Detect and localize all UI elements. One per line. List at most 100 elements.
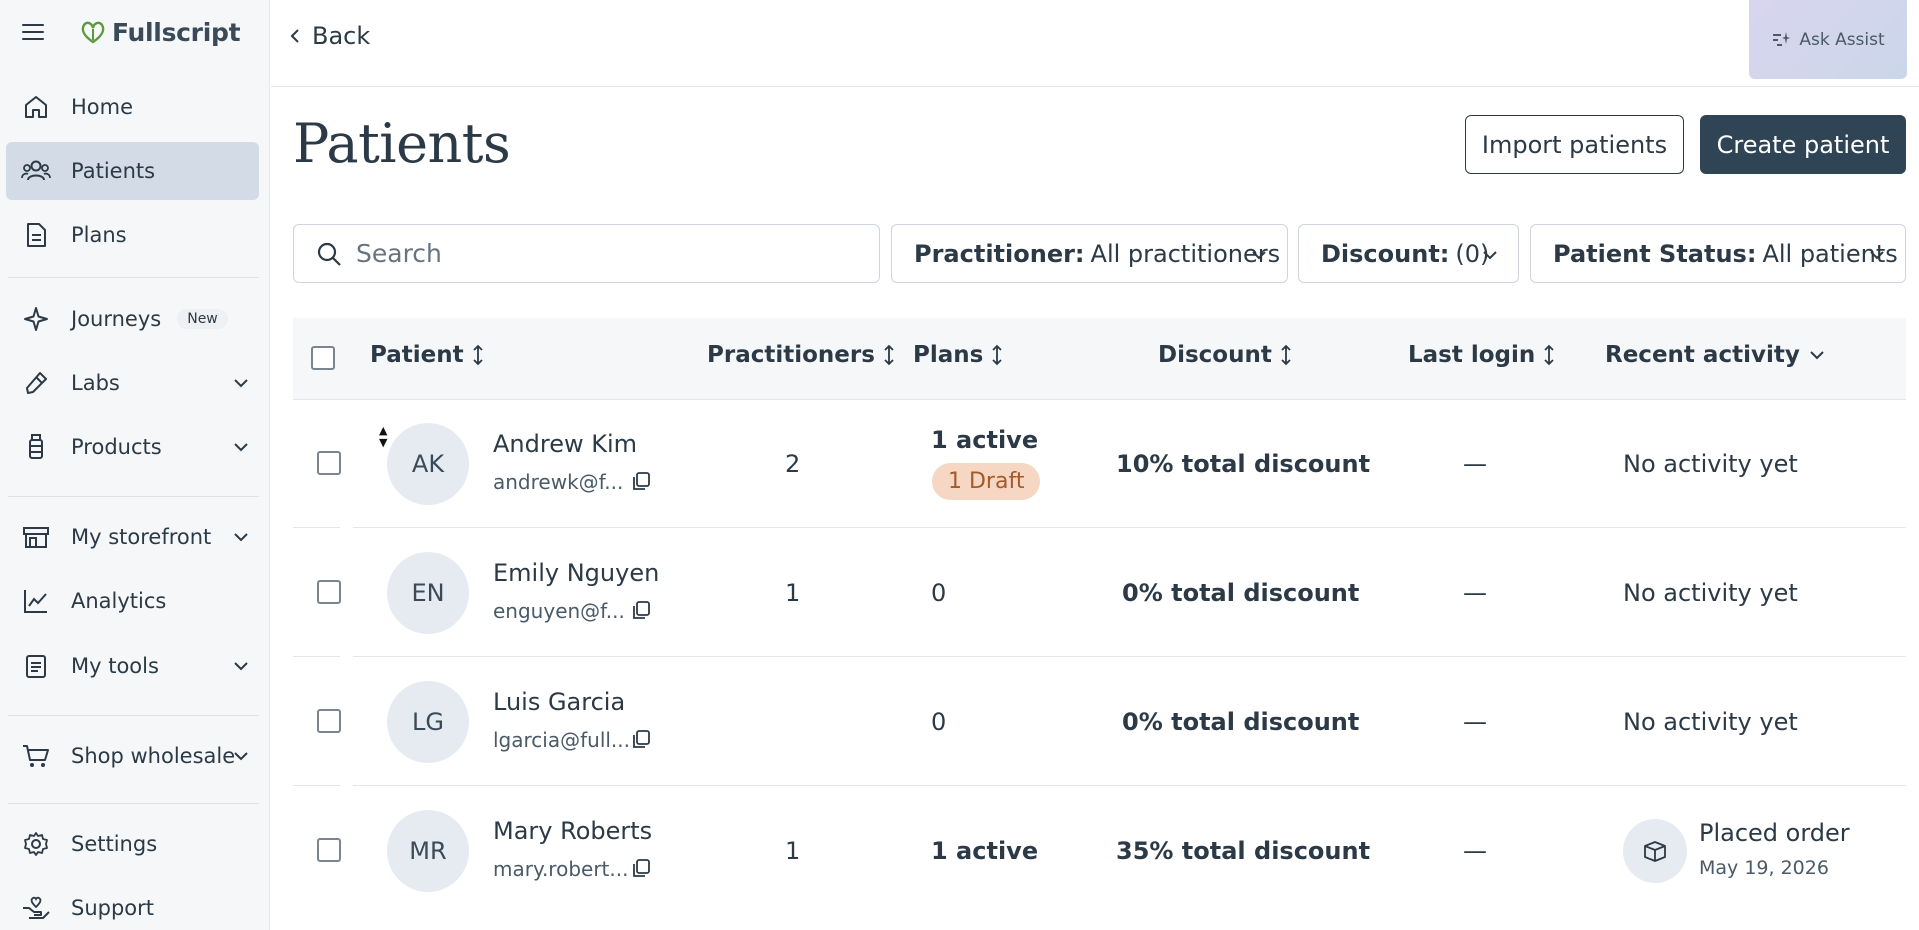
- sidebar-item-home[interactable]: Home: [6, 78, 259, 136]
- storefront-icon: [21, 522, 51, 552]
- gear-icon: [21, 829, 51, 859]
- discount-value: 35% total discount: [1116, 837, 1371, 865]
- table-row[interactable]: ▲ ▼ AK Andrew Kim andrewk@f... 2 1 active…: [293, 400, 1906, 528]
- sidebar-item-shop-wholesale[interactable]: Shop wholesale: [6, 727, 259, 785]
- sidebar-item-products[interactable]: Products: [6, 418, 259, 476]
- sidebar-item-my-storefront[interactable]: My storefront: [6, 508, 259, 566]
- create-patient-button[interactable]: Create patient: [1700, 115, 1906, 174]
- column-header-recent-activity[interactable]: Recent activity: [1605, 342, 1826, 368]
- row-checkbox[interactable]: [317, 838, 341, 862]
- column-header-label: Recent activity: [1605, 342, 1800, 368]
- row-checkbox[interactable]: [317, 580, 341, 604]
- column-header-practitioners[interactable]: Practitioners: [707, 342, 895, 368]
- sidebar-item-my-tools[interactable]: My tools: [6, 637, 259, 695]
- search-box[interactable]: [293, 224, 880, 283]
- search-icon: [317, 242, 341, 266]
- patient-name[interactable]: Andrew Kim: [493, 430, 637, 458]
- plans-status: 1 active: [931, 837, 1039, 865]
- sidebar-item-support[interactable]: Support: [6, 879, 259, 930]
- import-patients-button[interactable]: Import patients: [1465, 115, 1684, 174]
- select-all-checkbox[interactable]: [311, 346, 335, 370]
- sidebar-header: Fullscript: [0, 0, 269, 64]
- document-icon: [21, 220, 51, 250]
- chevron-down-icon[interactable]: [231, 746, 251, 766]
- sidebar-item-settings[interactable]: Settings: [6, 815, 259, 873]
- column-header-label: Last login: [1408, 342, 1536, 368]
- support-hands-icon: [21, 893, 51, 923]
- sidebar-item-labs[interactable]: Labs: [6, 354, 259, 412]
- assist-sparkle-icon: [1773, 31, 1791, 46]
- sidebar-item-label: Shop wholesale: [71, 744, 236, 768]
- practitioner-filter[interactable]: Practitioner: All practitioners: [891, 224, 1288, 283]
- bottle-icon: [21, 432, 51, 462]
- line-chart-icon: [21, 586, 51, 616]
- table-row[interactable]: EN Emily Nguyen enguyen@f... 1 0 0% tota…: [293, 529, 1906, 657]
- copy-icon[interactable]: [630, 857, 652, 879]
- hamburger-menu-icon[interactable]: [22, 18, 50, 46]
- column-header-discount[interactable]: Discount: [1158, 342, 1292, 368]
- ask-assist-label: Ask Assist: [1799, 29, 1885, 50]
- sort-icon: [884, 344, 894, 366]
- patient-name[interactable]: Emily Nguyen: [493, 559, 659, 587]
- sidebar-divider: [8, 715, 259, 716]
- column-header-patient[interactable]: Patient: [370, 342, 484, 368]
- sidebar-item-label: Support: [71, 896, 155, 920]
- sidebar-item-journeys[interactable]: Journeys New: [6, 290, 259, 348]
- patient-email: andrewk@f...: [493, 470, 624, 494]
- row-checkbox[interactable]: [317, 709, 341, 733]
- sidebar-item-label: Plans: [71, 223, 127, 247]
- new-badge: New: [177, 309, 228, 329]
- column-header-label: Discount: [1158, 342, 1272, 368]
- search-input[interactable]: [356, 239, 856, 268]
- sidebar-item-label: My storefront: [71, 525, 212, 549]
- row-divider: [353, 656, 1906, 657]
- chevron-down-icon: [1483, 251, 1497, 260]
- avatar: AK: [387, 423, 469, 505]
- back-button[interactable]: Back: [288, 22, 370, 50]
- chevron-down-icon[interactable]: [231, 656, 251, 676]
- chevron-down-icon[interactable]: [231, 437, 251, 457]
- discount-value: 10% total discount: [1116, 450, 1371, 478]
- sidebar-divider: [8, 803, 259, 804]
- avatar: EN: [387, 552, 469, 634]
- sort-icon: [1281, 344, 1291, 366]
- column-header-plans[interactable]: Plans: [913, 342, 1003, 368]
- chevron-down-icon: [1870, 251, 1884, 260]
- avatar: LG: [387, 681, 469, 763]
- patient-email: mary.robert...: [493, 857, 629, 881]
- practitioners-count: 1: [785, 837, 801, 865]
- table-row[interactable]: MR Mary Roberts mary.robert... 1 1 activ…: [293, 787, 1906, 915]
- patient-name[interactable]: Luis Garcia: [493, 688, 625, 716]
- plans-status: 0: [931, 579, 947, 607]
- clipboard-icon: [21, 651, 51, 681]
- sidebar-item-label: Products: [71, 435, 162, 459]
- sidebar-item-plans[interactable]: Plans: [6, 206, 259, 264]
- activity-date: May 19, 2026: [1699, 857, 1829, 879]
- copy-icon[interactable]: [630, 728, 652, 750]
- chevron-down-icon[interactable]: [231, 373, 251, 393]
- sidebar-item-analytics[interactable]: Analytics: [6, 572, 259, 630]
- copy-icon[interactable]: [630, 470, 652, 492]
- fullscript-logo[interactable]: Fullscript: [80, 18, 241, 47]
- table-row[interactable]: LG Luis Garcia lgarcia@full... 0 0% tota…: [293, 658, 1906, 786]
- sidebar-item-label: Labs: [71, 371, 120, 395]
- drag-handle-icon[interactable]: ▲ ▼: [379, 425, 387, 449]
- sparkle-icon: [21, 304, 51, 334]
- chevron-down-icon[interactable]: [231, 527, 251, 547]
- plans-status: 0: [931, 708, 947, 736]
- discount-filter-key: Discount:: [1321, 239, 1450, 268]
- row-checkbox[interactable]: [317, 451, 341, 475]
- discount-filter[interactable]: Discount: (0): [1298, 224, 1519, 283]
- column-header-label: Patient: [370, 342, 464, 368]
- column-header-last-login[interactable]: Last login: [1408, 342, 1555, 368]
- ask-assist-button[interactable]: Ask Assist: [1749, 0, 1907, 79]
- package-icon: [1644, 841, 1666, 862]
- patient-status-filter[interactable]: Patient Status: All patients: [1530, 224, 1906, 283]
- sort-icon: [472, 344, 483, 366]
- sidebar-item-label: Patients: [71, 159, 156, 183]
- last-login: —: [1463, 450, 1487, 478]
- patient-status-filter-key: Patient Status:: [1553, 239, 1757, 268]
- copy-icon[interactable]: [630, 599, 652, 621]
- sidebar-item-patients[interactable]: Patients: [6, 142, 259, 200]
- patient-name[interactable]: Mary Roberts: [493, 817, 652, 845]
